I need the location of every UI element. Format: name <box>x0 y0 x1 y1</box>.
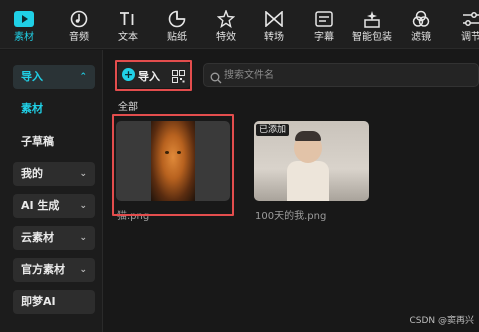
tool-adjust[interactable]: 调节 <box>451 0 479 49</box>
sidebar-item-label: AI 生成 <box>21 199 60 212</box>
tool-label: 文本 <box>118 32 138 43</box>
chevron-down-icon: ⌄ <box>79 233 87 243</box>
sticker-icon <box>166 8 188 30</box>
baby-hair <box>295 131 321 141</box>
search-bar <box>203 63 479 87</box>
subtitle-icon <box>313 8 335 30</box>
tool-label: 滤镜 <box>411 32 431 43</box>
import-button[interactable]: + 导入 <box>118 62 190 88</box>
tool-filter[interactable]: 滤镜 <box>401 0 441 49</box>
chevron-down-icon: ⌄ <box>79 265 87 275</box>
qr-code-icon[interactable] <box>172 68 185 83</box>
effects-star-icon <box>215 8 237 30</box>
filter-icon <box>410 8 432 30</box>
chevron-up-icon: ⌃ <box>79 72 87 82</box>
sidebar: 导入 ⌃ 素材 子草稿 我的 ⌄ AI 生成 ⌄ 云素材 ⌄ 官方素材 ⌄ 即梦… <box>0 50 103 332</box>
tool-label: 特效 <box>216 32 236 43</box>
sidebar-item-label: 官方素材 <box>21 263 65 276</box>
tool-audio[interactable]: 音频 <box>59 0 99 49</box>
tool-smart-pack[interactable]: 智能包装 <box>347 0 397 49</box>
tool-transition[interactable]: 转场 <box>254 0 294 49</box>
tool-text[interactable]: 文本 <box>108 0 148 49</box>
play-icon <box>13 8 35 30</box>
tool-label: 贴纸 <box>167 32 187 43</box>
tool-effects[interactable]: 特效 <box>206 0 246 49</box>
tool-label: 音频 <box>69 32 89 43</box>
media-card-baby[interactable]: 已添加 <box>254 121 369 201</box>
baby-body <box>287 161 329 201</box>
cat-eye <box>165 151 169 154</box>
sidebar-item-media[interactable]: 素材 <box>13 97 95 121</box>
plus-icon: + <box>122 68 135 81</box>
tool-label: 素材 <box>14 32 34 43</box>
tool-label: 字幕 <box>314 32 334 43</box>
sidebar-item-sub-draft[interactable]: 子草稿 <box>13 130 95 154</box>
tool-label: 智能包装 <box>352 32 392 43</box>
transition-icon <box>263 8 285 30</box>
smart-pack-icon <box>361 8 383 30</box>
sidebar-item-cloud[interactable]: 云素材 ⌄ <box>13 226 95 250</box>
media-filename: 100天的我.png <box>255 211 327 222</box>
import-label: 导入 <box>138 70 160 83</box>
cat-thumbnail <box>151 121 195 201</box>
sidebar-item-label: 子草稿 <box>21 135 54 148</box>
added-badge: 已添加 <box>256 124 290 136</box>
chevron-down-icon: ⌄ <box>79 169 87 179</box>
section-label-all: 全部 <box>118 102 138 113</box>
sidebar-item-mine[interactable]: 我的 ⌄ <box>13 162 95 186</box>
tool-media[interactable]: 素材 <box>4 0 44 49</box>
tool-label: 转场 <box>264 32 284 43</box>
sidebar-item-label: 素材 <box>21 102 43 115</box>
search-input[interactable] <box>224 67 464 83</box>
tool-subtitle[interactable]: 字幕 <box>304 0 344 49</box>
sidebar-item-import[interactable]: 导入 ⌃ <box>13 65 95 89</box>
sidebar-item-label: 即梦AI <box>21 295 56 308</box>
media-filename: 猫.png <box>117 211 150 222</box>
adjust-icon <box>460 8 479 30</box>
sidebar-item-label: 导入 <box>21 70 43 83</box>
sidebar-item-jimeng-ai[interactable]: 即梦AI <box>13 290 95 314</box>
chevron-down-icon: ⌄ <box>79 201 87 211</box>
music-icon <box>68 8 90 30</box>
watermark: CSDN @窦再兴 <box>409 316 474 326</box>
top-toolbar: 素材 音频 文本 贴纸 特效 转场 字幕 智能包装 滤镜 调节 <box>0 0 479 49</box>
text-icon <box>117 8 139 30</box>
sidebar-item-ai-generate[interactable]: AI 生成 ⌄ <box>13 194 95 218</box>
sidebar-item-label: 云素材 <box>21 231 54 244</box>
sidebar-item-official[interactable]: 官方素材 ⌄ <box>13 258 95 282</box>
sidebar-item-label: 我的 <box>21 167 43 180</box>
tool-sticker[interactable]: 贴纸 <box>157 0 197 49</box>
tool-label: 调节 <box>461 32 479 43</box>
search-icon <box>210 69 222 84</box>
cat-eye <box>177 151 181 154</box>
media-card-cat[interactable] <box>116 121 230 201</box>
